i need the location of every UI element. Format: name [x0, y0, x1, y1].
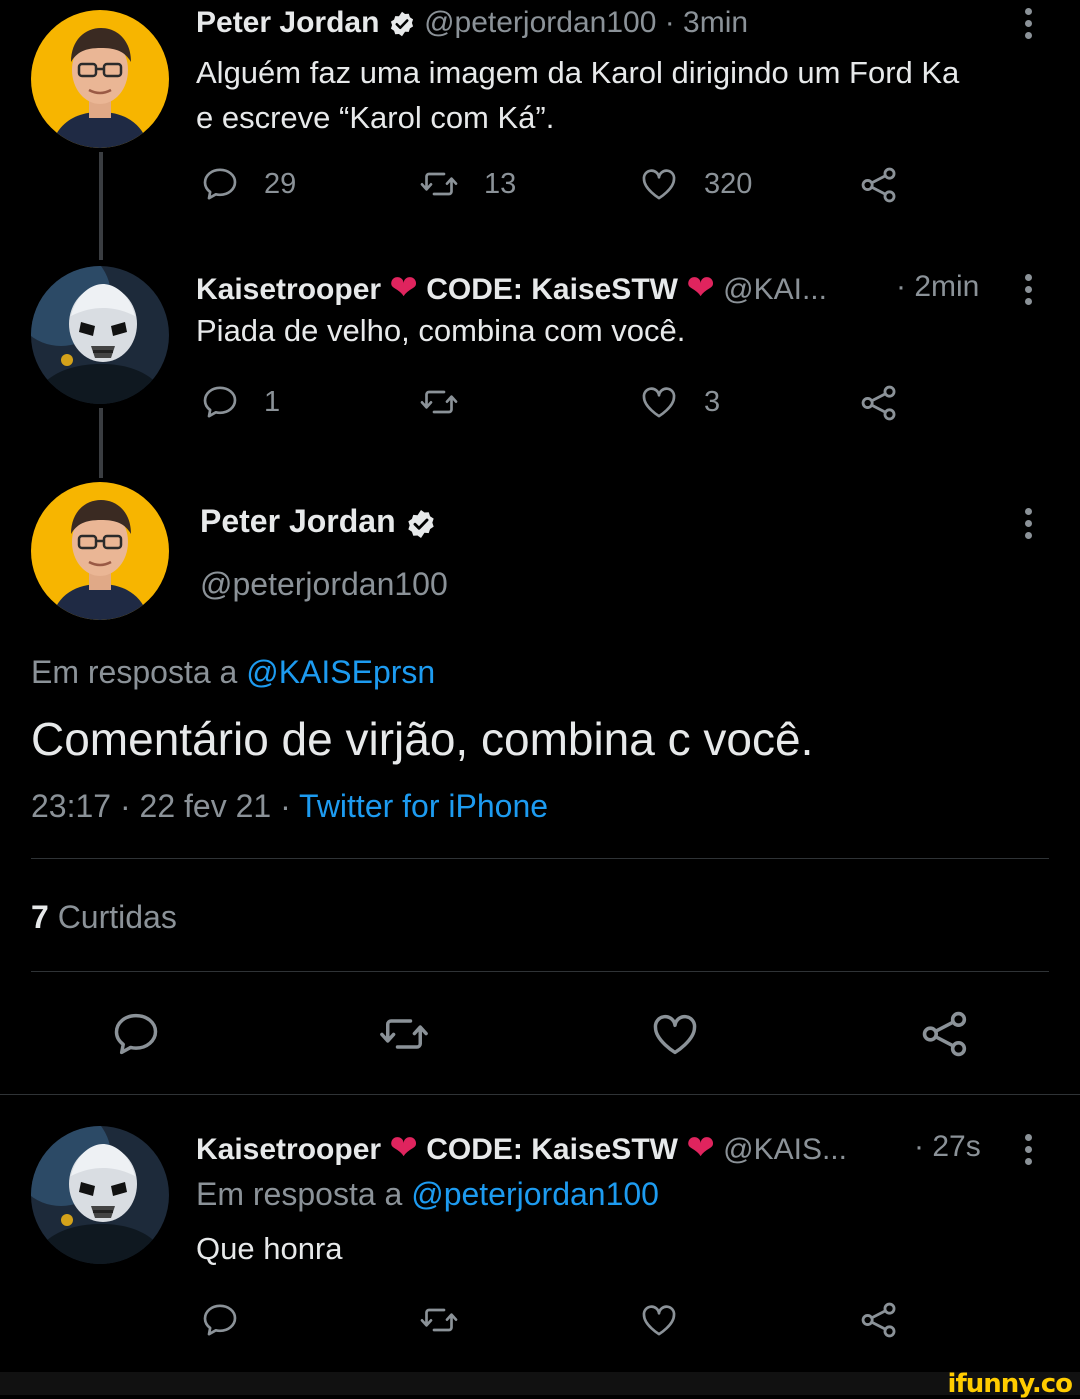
avatar-image [31, 10, 169, 148]
author-handle[interactable]: @KAI... [723, 273, 827, 306]
timestamp[interactable]: 23:17 · 22 fev 21 · [31, 788, 291, 824]
tweet-time: · 2min [896, 270, 980, 303]
verified-icon [388, 10, 416, 38]
more-options-icon[interactable] [1025, 508, 1035, 544]
likes-label: Curtidas [57, 899, 177, 935]
heart-emoji: ❤ [686, 269, 715, 307]
share-icon [858, 164, 900, 206]
heart-emoji: ❤ [389, 1129, 418, 1167]
avatar[interactable] [31, 266, 169, 404]
reply-icon [200, 164, 240, 204]
avatar-image [31, 482, 169, 620]
like-button[interactable]: 320 [638, 164, 752, 204]
tweet-meta: 23:17 · 22 fev 21 · Twitter for iPhone [31, 788, 548, 825]
author-name[interactable]: Peter Jordan [200, 503, 396, 539]
avatar-image [31, 266, 169, 404]
author-line: Peter Jordan [200, 503, 437, 540]
reply-icon [200, 1300, 240, 1340]
retweet-button[interactable]: 13 [418, 164, 516, 204]
avatar[interactable] [31, 1126, 169, 1264]
share-icon [918, 1006, 972, 1062]
author-name[interactable]: Peter Jordan [196, 6, 379, 39]
tweet-header: Kaisetrooper ❤ CODE: KaiseSTW ❤ @KAIS... [196, 1128, 847, 1168]
avatar-image [31, 1126, 169, 1264]
share-button[interactable] [918, 1006, 972, 1062]
reply-button[interactable]: 1 [200, 382, 280, 422]
like-button[interactable]: 3 [638, 382, 720, 422]
tweet-header: Kaisetrooper ❤ CODE: KaiseSTW ❤ @KAI... [196, 268, 827, 308]
reply-button[interactable] [200, 1300, 240, 1340]
thread-line [99, 152, 103, 260]
author-name-part1[interactable]: Kaisetrooper [196, 1133, 381, 1166]
heart-icon [638, 382, 680, 422]
reply-context: Em resposta a @peterjordan100 [196, 1176, 659, 1213]
retweet-button[interactable] [376, 1008, 432, 1060]
likes-count: 7 [31, 899, 49, 935]
like-count: 320 [704, 167, 753, 200]
retweet-icon [418, 1300, 460, 1340]
retweet-button[interactable] [418, 382, 484, 422]
author-name-part2[interactable]: CODE: KaiseSTW [426, 273, 678, 306]
tweet-text: Piada de velho, combina com você. [196, 313, 686, 348]
share-icon [858, 382, 900, 424]
author-handle[interactable]: @peterjordan100 [200, 566, 448, 603]
like-button[interactable] [638, 1300, 680, 1340]
more-options-icon[interactable] [1025, 274, 1035, 310]
footer-bar [0, 1372, 1080, 1395]
like-count: 3 [704, 385, 721, 418]
reply-button[interactable]: 29 [200, 164, 296, 204]
retweet-icon [418, 164, 460, 204]
tweet-text: Alguém faz uma imagem da Karol dirigindo… [196, 55, 960, 135]
source-link[interactable]: Twitter for iPhone [299, 788, 548, 824]
likes-stat[interactable]: 7 Curtidas [31, 899, 177, 936]
tweet-text: Que honra [196, 1231, 343, 1266]
more-options-icon[interactable] [1025, 8, 1035, 44]
divider [31, 858, 1049, 859]
reply-to-link[interactable]: @KAISEprsn [246, 654, 435, 690]
share-icon [858, 1299, 900, 1341]
retweet-count: 13 [484, 167, 517, 200]
retweet-button[interactable] [418, 1300, 460, 1340]
author-name-part1[interactable]: Kaisetrooper [196, 273, 381, 306]
author-handle[interactable]: @peterjordan100 [424, 6, 656, 39]
reply-icon [110, 1008, 162, 1060]
divider [31, 971, 1049, 972]
divider [0, 1094, 1080, 1095]
reply-icon [200, 382, 240, 422]
heart-icon [638, 164, 680, 204]
tweet-header: Peter Jordan @peterjordan100 · 3min [196, 6, 748, 40]
avatar[interactable] [31, 10, 169, 148]
verified-icon [405, 508, 437, 540]
tweet-time: · 3min [664, 6, 749, 39]
main-tweet-text: Comentário de virjão, combina c você. [31, 713, 814, 765]
more-options-icon[interactable] [1025, 1134, 1035, 1170]
reply-prefix: Em resposta a [31, 654, 238, 690]
reply-count: 1 [264, 385, 281, 418]
reply-count: 29 [264, 167, 297, 200]
reply-context: Em resposta a @KAISEprsn [31, 654, 435, 691]
author-handle[interactable]: @KAIS... [723, 1133, 847, 1166]
heart-icon [648, 1008, 702, 1060]
author-name-part2[interactable]: CODE: KaiseSTW [426, 1133, 678, 1166]
reply-prefix: Em resposta a [196, 1176, 403, 1212]
like-button[interactable] [648, 1008, 702, 1060]
avatar[interactable] [31, 482, 169, 620]
retweet-icon [418, 382, 460, 422]
reply-button[interactable] [110, 1008, 162, 1060]
heart-icon [638, 1300, 680, 1340]
share-button[interactable] [858, 164, 900, 206]
tweet-time: · 27s [914, 1130, 981, 1163]
retweet-icon [376, 1008, 432, 1060]
heart-emoji: ❤ [389, 269, 418, 307]
reply-to-link[interactable]: @peterjordan100 [411, 1176, 659, 1212]
heart-emoji: ❤ [686, 1129, 715, 1167]
share-button[interactable] [858, 1299, 900, 1341]
share-button[interactable] [858, 382, 900, 424]
thread-line [99, 408, 103, 478]
